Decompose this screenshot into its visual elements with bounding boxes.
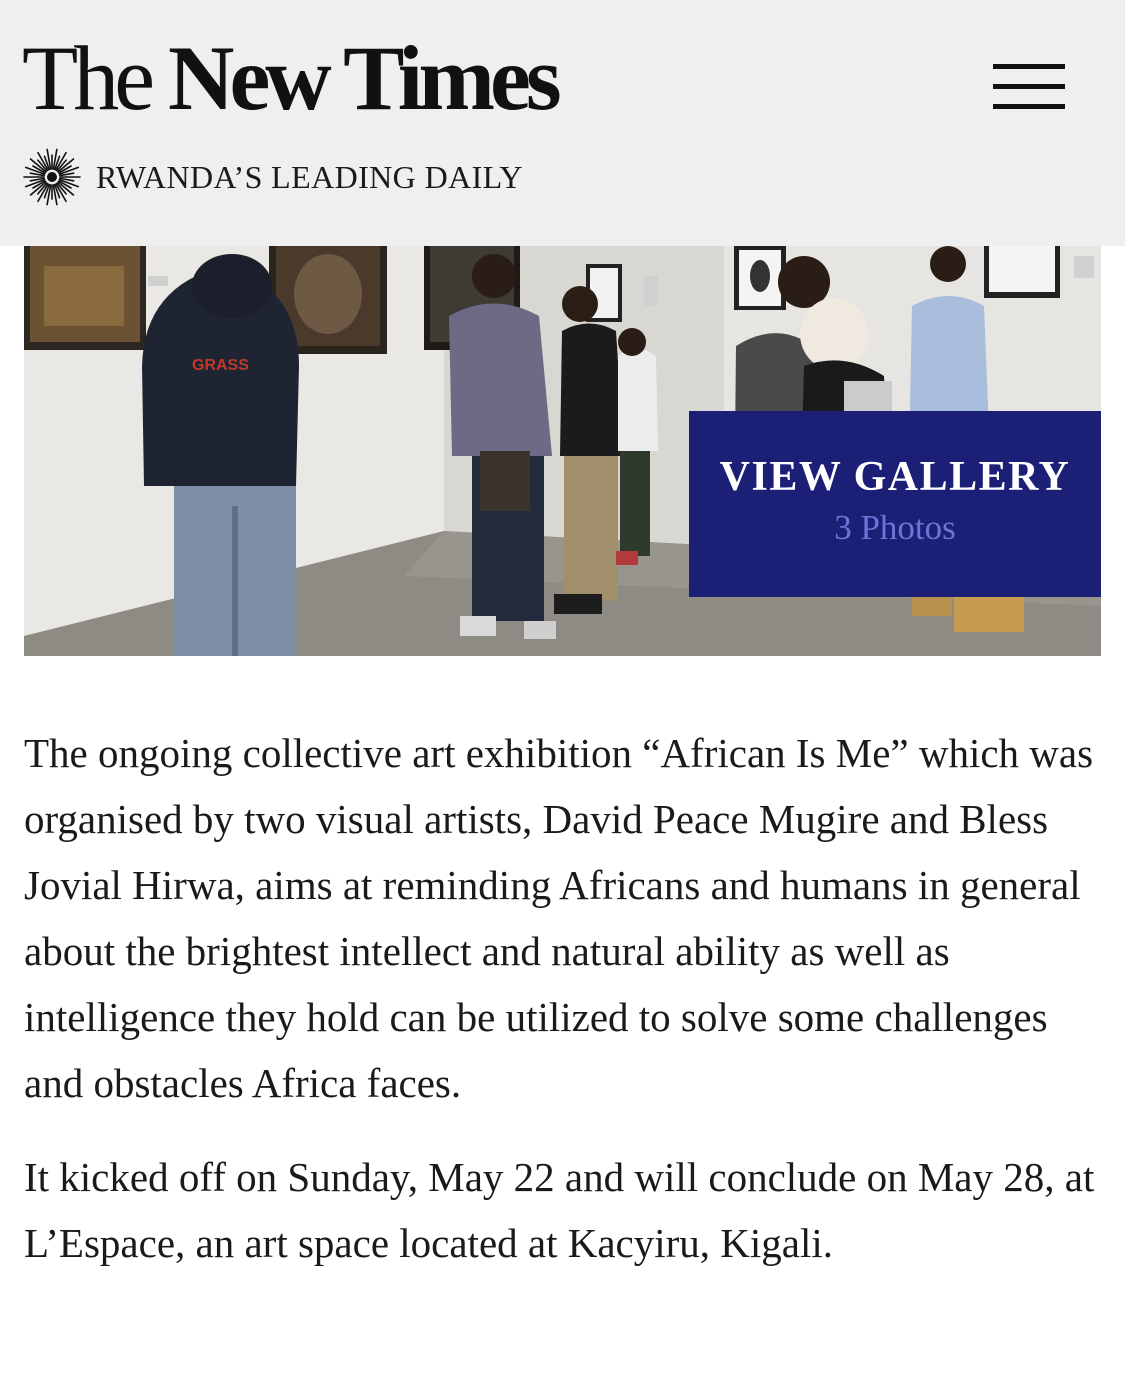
- article-body: The ongoing collective art exhibition “A…: [24, 720, 1104, 1304]
- menu-icon-bar: [993, 84, 1065, 89]
- hamburger-menu-icon: [993, 64, 1065, 69]
- brand-name-light: The: [22, 27, 169, 129]
- sweater-text: GRASS: [192, 357, 249, 374]
- tagline: RWANDA’S LEADING DAILY: [22, 146, 523, 208]
- tagline-text: RWANDA’S LEADING DAILY: [96, 158, 523, 195]
- view-gallery-label: VIEW GALLERY: [719, 454, 1071, 500]
- hero-image[interactable]: GRASS VIEW GALLERY 3 Photos: [24, 246, 1101, 656]
- photo-count: 3 Photos: [834, 508, 956, 547]
- article-paragraph-2: It kicked off on Sunday, May 22 and will…: [24, 1154, 1095, 1266]
- hamburger-menu-button[interactable]: [985, 58, 1071, 118]
- brand-name-bold: New Times: [168, 27, 562, 129]
- sunburst-icon: [23, 148, 81, 206]
- view-gallery-button[interactable]: VIEW GALLERY 3 Photos: [689, 411, 1101, 597]
- menu-icon-bar: [993, 104, 1065, 109]
- site-header: The New Times RWANDA’S LEADING DAILY: [0, 0, 1125, 246]
- article-paragraph-1: The ongoing collective art exhibition “A…: [24, 730, 1094, 1106]
- site-logo[interactable]: The New Times: [22, 32, 562, 124]
